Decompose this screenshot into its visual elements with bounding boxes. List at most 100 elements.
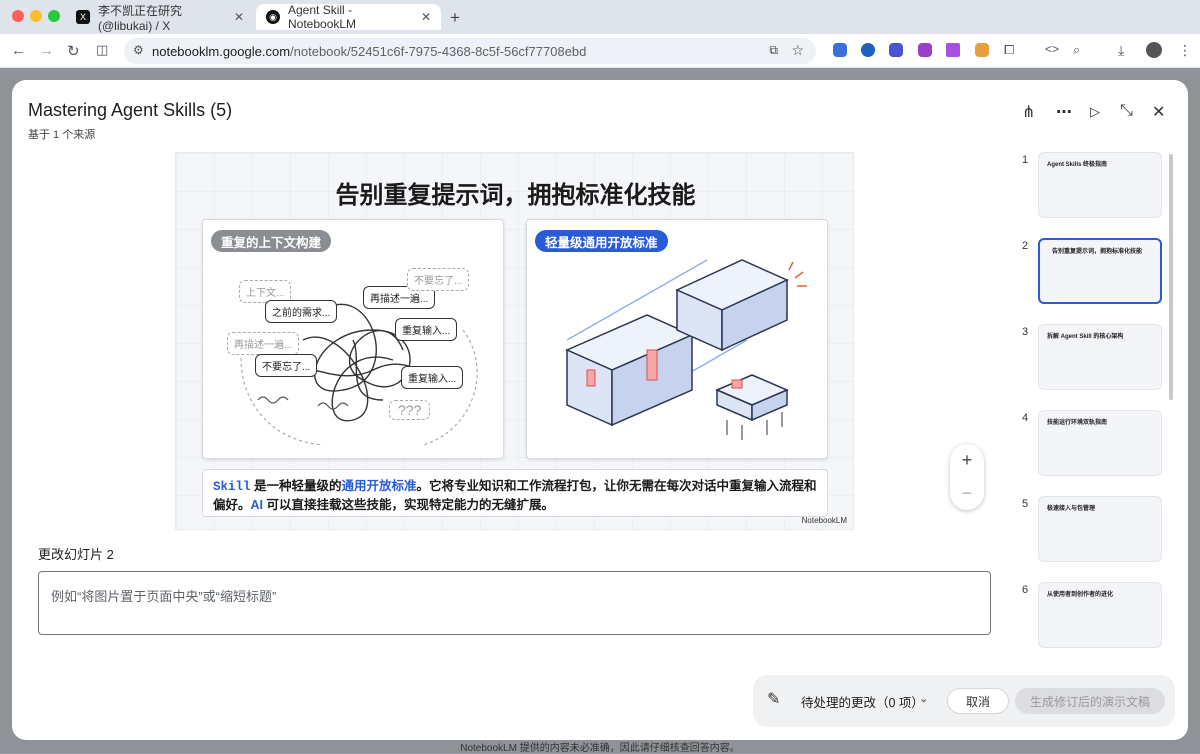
new-tab-icon[interactable]: +	[450, 8, 460, 28]
extension-icon[interactable]	[918, 43, 932, 57]
url-path: /notebook/52451c6f-7975-4368-8c5f-56cf77…	[290, 43, 587, 59]
thumbnail[interactable]: 拆解 Agent Skill 的核心架构	[1038, 324, 1162, 390]
zoom-out-icon[interactable]: −	[962, 483, 973, 504]
url-host: notebooklm.google.com	[152, 43, 291, 59]
extension-icon[interactable]	[833, 43, 847, 57]
speech-bubble: 之前的需求...	[265, 300, 338, 323]
thumbnail-item[interactable]: 3 拆解 Agent Skill 的核心架构	[1012, 324, 1174, 390]
x-logo-icon: X	[76, 10, 90, 24]
bookmark-star-icon[interactable]: ☆	[791, 42, 804, 59]
speech-bubble: 不要忘了...	[255, 354, 318, 377]
devtools-icon[interactable]: <>	[1045, 42, 1059, 56]
thumbnail[interactable]: 极速接入与包管理	[1038, 496, 1162, 562]
thumbnail-title: 告别重复提示词，拥抱标准化技能	[1052, 249, 1143, 255]
modular-blocks-illustration	[565, 259, 807, 440]
zoom-control: + −	[950, 444, 984, 510]
thumbnail-number: 5	[1022, 498, 1029, 510]
close-window-button[interactable]	[12, 10, 24, 22]
tab-x[interactable]: X 李不凯正在研究 (@libukai) / X ✕	[66, 3, 254, 33]
notebooklm-logo-icon: ◉	[266, 10, 280, 24]
thumbnail-title: Agent Skills 终极指南	[1047, 162, 1108, 168]
thumbnail-scrollbar[interactable]	[1169, 154, 1173, 400]
play-icon[interactable]: ▷	[1090, 104, 1100, 120]
thumbnail[interactable]: 从使用者到创作者的进化	[1038, 582, 1162, 648]
slide-editor-modal: Mastering Agent Skills (5) 基于 1 个来源 ⋔ ⋯ …	[12, 80, 1188, 740]
thumbnail[interactable]: Agent Skills 终极指南	[1038, 152, 1162, 218]
speech-bubble: 重复输入...	[401, 366, 464, 389]
extension-icon[interactable]	[975, 43, 989, 57]
cancel-button[interactable]: 取消	[947, 688, 1009, 714]
pending-changes-bar: ✎ 待处理的更改（0 项） ⌄ 取消 生成修订后的演示文稿	[753, 675, 1175, 727]
question-bubble: ???	[389, 400, 431, 420]
zoom-window-button[interactable]	[48, 10, 60, 22]
speech-bubble: 不要忘了...	[407, 268, 470, 291]
extensions-puzzle-icon[interactable]: ⧠	[1004, 42, 1014, 58]
tab-title: Agent Skill - NotebookLM	[288, 3, 357, 31]
search-tab-icon[interactable]: ⌕	[1073, 42, 1080, 58]
install-app-icon[interactable]: ⧉	[769, 43, 778, 58]
site-info-icon[interactable]: ⚙	[133, 43, 144, 57]
thumbnail-number: 4	[1022, 412, 1029, 424]
tab-notebooklm[interactable]: ◉ Agent Skill - NotebookLM ✕	[256, 3, 441, 31]
close-icon[interactable]: ✕	[1152, 102, 1165, 122]
edit-instruction-input[interactable]: 例如“将图片置于页面中央”或“缩短标题”	[38, 571, 991, 635]
close-tab-icon[interactable]: ✕	[234, 10, 244, 24]
thumbnail-item[interactable]: 5 极速接入与包管理	[1012, 496, 1174, 562]
forward-icon[interactable]: →	[39, 42, 54, 59]
thumbnail-number: 1	[1022, 154, 1029, 166]
right-panel: 轻量级通用开放标准	[526, 219, 828, 459]
caption-text: 是一种轻量级的	[250, 479, 342, 493]
edit-slide-label: 更改幻灯片 2	[38, 547, 114, 562]
thumbnail-number: 6	[1022, 584, 1029, 596]
source-count: 基于 1 个来源	[28, 129, 96, 141]
speech-bubble: 重复输入...	[395, 318, 458, 341]
slide-title: 告别重复提示词，拥抱标准化技能	[335, 182, 696, 209]
reload-icon[interactable]: ↻	[67, 42, 80, 60]
collapse-icon[interactable]: ⤡	[1120, 102, 1133, 120]
speech-bubble: 再描述一遍...	[227, 332, 300, 355]
thumbnail-selected[interactable]: 告别重复提示词，拥抱标准化技能	[1038, 238, 1162, 304]
brand-watermark: NotebookLM	[801, 516, 847, 525]
thumbnail-title: 极速接入与包管理	[1047, 506, 1096, 512]
extension-icon[interactable]	[946, 43, 960, 57]
download-icon[interactable]: ⤓	[1118, 42, 1124, 59]
more-menu-icon[interactable]: ⋮	[1178, 42, 1192, 59]
thumbnail-item[interactable]: 1 Agent Skills 终极指南	[1012, 152, 1174, 218]
page-title: Mastering Agent Skills (5)	[28, 100, 233, 120]
thumbnail-item[interactable]: 2 告别重复提示词，拥抱标准化技能	[1012, 238, 1174, 304]
slide-preview: 告别重复提示词，拥抱标准化技能 重复的上下文构建 上下文... 之前的需求...…	[175, 152, 854, 530]
tab-title: 李不凯正在研究 (@libukai) / X	[98, 3, 183, 33]
extension-icon[interactable]	[889, 43, 903, 57]
split-view-icon[interactable]: ◫	[96, 42, 108, 58]
more-options-icon[interactable]: ⋯	[1056, 102, 1072, 122]
chevron-down-icon[interactable]: ⌄	[919, 692, 928, 705]
thumbnail-title: 技能运行环境双轨指南	[1047, 420, 1108, 426]
thumbnail-item[interactable]: 6 从使用者到创作者的进化	[1012, 582, 1174, 648]
minimize-window-button[interactable]	[30, 10, 42, 22]
zoom-in-icon[interactable]: +	[962, 450, 973, 471]
slide-caption: Skill 是一种轻量级的通用开放标准。它将专业知识和工作流程打包，让你无需在每…	[202, 469, 828, 517]
caption-skill: Skill	[213, 480, 251, 494]
pending-changes-label[interactable]: 待处理的更改（0 项）	[801, 692, 924, 711]
share-icon[interactable]: ⋔	[1022, 102, 1035, 122]
left-panel: 重复的上下文构建 上下文... 之前的需求... 再描述一遍... 重复输入..…	[202, 219, 504, 459]
address-bar[interactable]: ⚙ notebooklm.google.com/notebook/52451c6…	[124, 38, 816, 64]
thumbnail-number: 3	[1022, 326, 1029, 338]
thumbnail[interactable]: 技能运行环境双轨指南	[1038, 410, 1162, 476]
close-tab-icon[interactable]: ✕	[421, 10, 431, 24]
generate-button[interactable]: 生成修订后的演示文稿	[1015, 688, 1165, 714]
caption-highlight: 通用开放标准	[341, 479, 417, 493]
browser-toolbar: ← → ↻ ◫ ⚙ notebooklm.google.com/notebook…	[0, 34, 1200, 68]
thumbnail-item[interactable]: 4 技能运行环境双轨指南	[1012, 410, 1174, 476]
password-manager-icon[interactable]	[861, 43, 875, 57]
avatar[interactable]	[1146, 42, 1162, 58]
thumbnail-title: 拆解 Agent Skill 的核心架构	[1047, 334, 1124, 340]
slide-thumbnail-list: 1 Agent Skills 终极指南 2 告别重复提示词，拥抱标准化技能 3 …	[1012, 152, 1174, 652]
thumbnail-number: 2	[1022, 240, 1029, 252]
thumbnail-title: 从使用者到创作者的进化	[1047, 592, 1114, 598]
browser-tab-strip: X 李不凯正在研究 (@libukai) / X ✕ ◉ Agent Skill…	[0, 0, 1200, 34]
disclaimer: NotebookLM 提供的内容未必准确，因此请仔细核查回答内容。	[460, 743, 740, 754]
back-icon[interactable]: ←	[11, 42, 26, 59]
magic-pen-icon: ✎	[767, 691, 781, 708]
caption-ai: AI	[250, 498, 264, 512]
